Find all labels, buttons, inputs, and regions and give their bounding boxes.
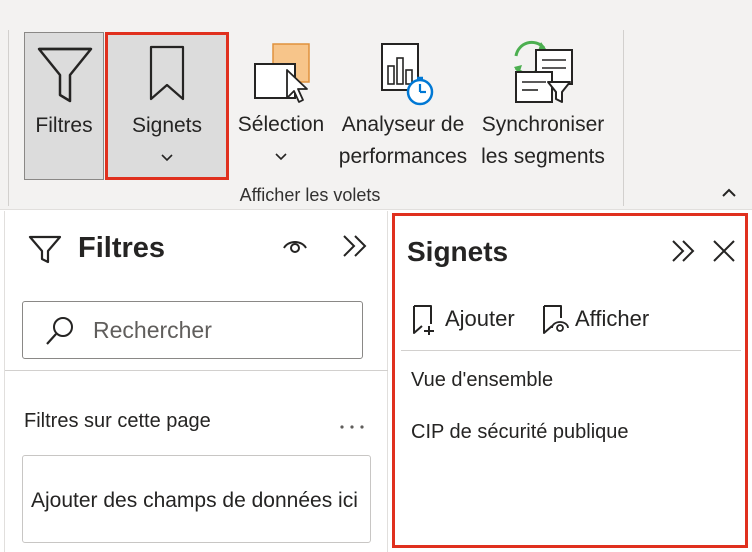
selection-button-label: Sélection: [237, 113, 325, 136]
sync-slicers-button[interactable]: Synchroniser les segments: [476, 32, 610, 180]
performance-analyzer-button[interactable]: Analyseur de performances: [336, 32, 470, 180]
sync-slicers-label-line1: Synchroniser: [481, 113, 605, 136]
filter-funnel-icon: [37, 47, 93, 103]
bookmarks-pane: Signets Ajouter Afficher Vue d'ensemble …: [392, 213, 748, 548]
add-bookmark-button[interactable]: Ajouter: [411, 302, 525, 338]
bookmarks-pane-button[interactable]: Signets: [105, 32, 229, 180]
performance-analyzer-label-line1: Analyseur de: [341, 113, 465, 136]
ribbon-group-label: Afficher les volets: [239, 185, 381, 205]
view-bookmark-icon: [543, 305, 569, 334]
bookmarks-button-label: Signets: [131, 114, 203, 137]
performance-analyzer-icon: [381, 43, 434, 106]
collapse-ribbon-icon[interactable]: [718, 182, 740, 204]
filter-funnel-icon: [28, 235, 62, 264]
eye-icon[interactable]: [281, 234, 309, 256]
search-input[interactable]: [93, 302, 353, 358]
ribbon-separator: [623, 30, 624, 206]
add-bookmark-icon: [413, 305, 434, 335]
filters-pane-title: Filtres: [78, 232, 166, 264]
bookmark-icon: [149, 45, 185, 101]
close-icon[interactable]: [711, 238, 737, 264]
add-bookmark-label: Ajouter: [445, 306, 515, 331]
expand-pane-icon[interactable]: [340, 233, 370, 259]
bookmarks-divider: [401, 350, 741, 351]
ribbon: Filtres Signets Sélection Analyseur de p…: [0, 0, 752, 210]
chevron-down-icon: [275, 153, 287, 161]
expand-pane-icon[interactable]: [669, 238, 697, 264]
ribbon-separator: [8, 30, 9, 206]
sync-slicers-label-line2: les segments: [481, 145, 605, 168]
chevron-down-icon: [161, 154, 173, 162]
filters-button-label: Filtres: [35, 114, 93, 137]
filters-pane-button[interactable]: Filtres: [24, 32, 104, 180]
drop-well-text: Ajouter des champs de données ici: [31, 489, 358, 512]
search-icon: [46, 317, 73, 345]
bookmark-item[interactable]: Vue d'ensemble: [411, 369, 553, 392]
bookmark-item[interactable]: CIP de sécurité publique: [411, 421, 629, 444]
bookmarks-pane-title: Signets: [407, 236, 509, 267]
view-bookmark-button[interactable]: Afficher: [541, 302, 661, 338]
ellipsis-icon[interactable]: [338, 422, 366, 432]
view-bookmark-label: Afficher: [575, 306, 650, 331]
performance-analyzer-label-line2: performances: [338, 145, 468, 168]
filters-search-box[interactable]: [22, 301, 363, 359]
selection-icon: [254, 43, 310, 103]
filters-on-page-label: Filtres sur cette page: [24, 410, 211, 432]
filters-divider: [5, 370, 388, 371]
sync-slicers-icon: [514, 40, 573, 103]
selection-pane-button[interactable]: Sélection: [233, 32, 329, 180]
add-data-fields-well[interactable]: Ajouter des champs de données ici: [22, 455, 371, 543]
filters-pane-border: [4, 211, 5, 552]
